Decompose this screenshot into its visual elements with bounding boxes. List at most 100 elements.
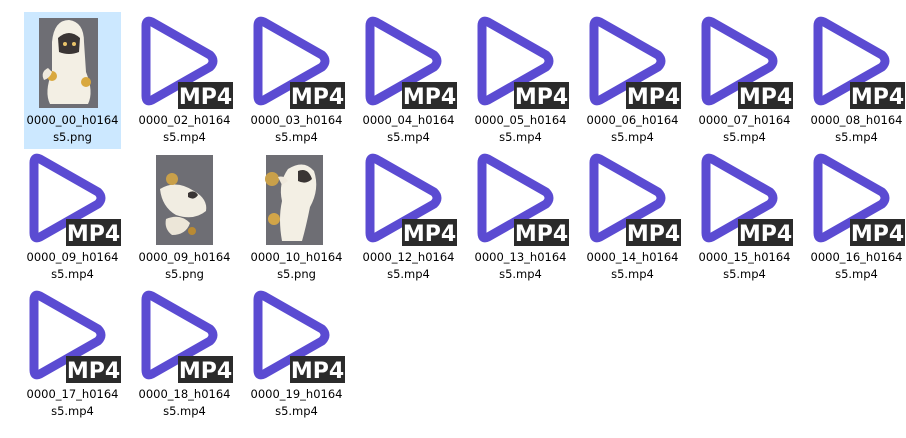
file-name-line1: 0000_03_h0164 xyxy=(250,113,343,127)
file-name: 0000_05_h0164 s5.mp4 xyxy=(472,112,569,146)
mp4-video-icon: MP4 xyxy=(808,149,905,247)
file-name: 0000_09_h0164 s5.png xyxy=(136,249,233,283)
file-item[interactable]: MP4 0000_03_h0164 s5.mp4 xyxy=(248,12,360,149)
file-name-line1: 0000_18_h0164 xyxy=(138,387,231,401)
mp4-video-icon: MP4 xyxy=(136,286,233,384)
file-name-line2: s5.mp4 xyxy=(835,267,878,281)
mp4-badge-label: MP4 xyxy=(739,222,792,247)
file-item[interactable]: MP4 0000_06_h0164 s5.mp4 xyxy=(584,12,696,149)
mp4-badge-label: MP4 xyxy=(179,359,232,384)
file-item[interactable]: MP4 0000_05_h0164 s5.mp4 xyxy=(472,12,584,149)
mp4-badge-label: MP4 xyxy=(627,222,680,247)
mp4-badge-label: MP4 xyxy=(627,85,680,110)
file-name: 0000_00_h0164 s5.png xyxy=(24,112,121,146)
mp4-badge-label: MP4 xyxy=(291,85,344,110)
mp4-badge-label: MP4 xyxy=(291,359,344,384)
file-name: 0000_08_h0164 s5.mp4 xyxy=(808,112,905,146)
mp4-video-icon: MP4 xyxy=(24,286,121,384)
file-item[interactable]: MP4 0000_19_h0164 s5.mp4 xyxy=(248,286,360,423)
file-name: 0000_04_h0164 s5.mp4 xyxy=(360,112,457,146)
mp4-badge-label: MP4 xyxy=(515,85,568,110)
file-name: 0000_12_h0164 s5.mp4 xyxy=(360,249,457,283)
file-item[interactable]: MP4 0000_02_h0164 s5.mp4 xyxy=(136,12,248,149)
file-item[interactable]: MP4 0000_14_h0164 s5.mp4 xyxy=(584,149,696,286)
file-item[interactable]: MP4 0000_13_h0164 s5.mp4 xyxy=(472,149,584,286)
mp4-video-icon: MP4 xyxy=(696,149,793,247)
mp4-video-icon: MP4 xyxy=(248,12,345,110)
file-name-line1: 0000_08_h0164 xyxy=(810,113,903,127)
file-name-line2: s5.png xyxy=(277,267,316,281)
file-name-line1: 0000_15_h0164 xyxy=(698,250,791,264)
file-name-line1: 0000_19_h0164 xyxy=(250,387,343,401)
file-item[interactable]: MP4 0000_09_h0164 s5.mp4 xyxy=(24,149,136,286)
file-name-line1: 0000_17_h0164 xyxy=(26,387,119,401)
file-name-line1: 0000_10_h0164 xyxy=(250,250,343,264)
file-name-line1: 0000_00_h0164 xyxy=(26,113,119,127)
file-name-line2: s5.mp4 xyxy=(387,267,430,281)
file-name-line2: s5.mp4 xyxy=(611,267,654,281)
mp4-video-icon: MP4 xyxy=(248,286,345,384)
mp4-video-icon: MP4 xyxy=(24,149,121,247)
file-item[interactable]: 0000_00_h0164 s5.png xyxy=(24,12,121,149)
mp4-badge-label: MP4 xyxy=(403,85,456,110)
character-thumbnail-icon xyxy=(24,12,121,110)
mp4-video-icon: MP4 xyxy=(696,12,793,110)
file-item[interactable]: MP4 0000_07_h0164 s5.mp4 xyxy=(696,12,808,149)
file-name: 0000_09_h0164 s5.mp4 xyxy=(24,249,121,283)
file-item[interactable]: MP4 0000_17_h0164 s5.mp4 xyxy=(24,286,136,423)
file-name: 0000_14_h0164 s5.mp4 xyxy=(584,249,681,283)
file-name: 0000_18_h0164 s5.mp4 xyxy=(136,386,233,420)
file-name-line2: s5.mp4 xyxy=(723,267,766,281)
file-name-line2: s5.mp4 xyxy=(835,130,878,144)
file-item[interactable]: MP4 0000_16_h0164 s5.mp4 xyxy=(808,149,906,286)
file-name-line1: 0000_06_h0164 xyxy=(586,113,679,127)
file-name-line1: 0000_09_h0164 xyxy=(26,250,119,264)
file-name-line2: s5.png xyxy=(53,130,92,144)
mp4-video-icon: MP4 xyxy=(360,12,457,110)
file-name: 0000_10_h0164 s5.png xyxy=(248,249,345,283)
file-item[interactable]: MP4 0000_04_h0164 s5.mp4 xyxy=(360,12,472,149)
file-name: 0000_02_h0164 s5.mp4 xyxy=(136,112,233,146)
file-name-line2: s5.mp4 xyxy=(387,130,430,144)
file-name-line2: s5.mp4 xyxy=(51,267,94,281)
file-name: 0000_03_h0164 s5.mp4 xyxy=(248,112,345,146)
mp4-badge-label: MP4 xyxy=(67,359,120,384)
file-name: 0000_15_h0164 s5.mp4 xyxy=(696,249,793,283)
mp4-badge-label: MP4 xyxy=(851,85,904,110)
file-item[interactable]: MP4 0000_18_h0164 s5.mp4 xyxy=(136,286,248,423)
mp4-video-icon: MP4 xyxy=(808,12,905,110)
file-name-line1: 0000_14_h0164 xyxy=(586,250,679,264)
file-name: 0000_17_h0164 s5.mp4 xyxy=(24,386,121,420)
file-name-line1: 0000_05_h0164 xyxy=(474,113,567,127)
mp4-video-icon: MP4 xyxy=(360,149,457,247)
character-thumbnail-icon xyxy=(136,149,233,247)
file-name-line2: s5.mp4 xyxy=(611,130,654,144)
mp4-badge-label: MP4 xyxy=(67,222,120,247)
file-name-line1: 0000_13_h0164 xyxy=(474,250,567,264)
file-name: 0000_19_h0164 s5.mp4 xyxy=(248,386,345,420)
file-item[interactable]: MP4 0000_08_h0164 s5.mp4 xyxy=(808,12,906,149)
file-item[interactable]: MP4 0000_12_h0164 s5.mp4 xyxy=(360,149,472,286)
file-name-line1: 0000_09_h0164 xyxy=(138,250,231,264)
file-name-line2: s5.mp4 xyxy=(163,404,206,418)
file-name-line2: s5.mp4 xyxy=(723,130,766,144)
mp4-video-icon: MP4 xyxy=(472,12,569,110)
mp4-badge-label: MP4 xyxy=(403,222,456,247)
file-name: 0000_07_h0164 s5.mp4 xyxy=(696,112,793,146)
file-grid: 0000_00_h0164 s5.png MP4 0000_02_h0164 s… xyxy=(24,12,906,423)
file-name-line1: 0000_16_h0164 xyxy=(810,250,903,264)
mp4-badge-label: MP4 xyxy=(515,222,568,247)
mp4-video-icon: MP4 xyxy=(136,12,233,110)
file-name-line2: s5.png xyxy=(165,267,204,281)
file-item[interactable]: 0000_09_h0164 s5.png xyxy=(136,149,248,286)
character-thumbnail-icon xyxy=(248,149,345,247)
mp4-badge-label: MP4 xyxy=(179,85,232,110)
file-name-line2: s5.mp4 xyxy=(499,130,542,144)
mp4-video-icon: MP4 xyxy=(584,12,681,110)
file-name-line2: s5.mp4 xyxy=(275,404,318,418)
file-name-line1: 0000_04_h0164 xyxy=(362,113,455,127)
file-item[interactable]: 0000_10_h0164 s5.png xyxy=(248,149,360,286)
file-name-line1: 0000_12_h0164 xyxy=(362,250,455,264)
mp4-video-icon: MP4 xyxy=(584,149,681,247)
file-item[interactable]: MP4 0000_15_h0164 s5.mp4 xyxy=(696,149,808,286)
